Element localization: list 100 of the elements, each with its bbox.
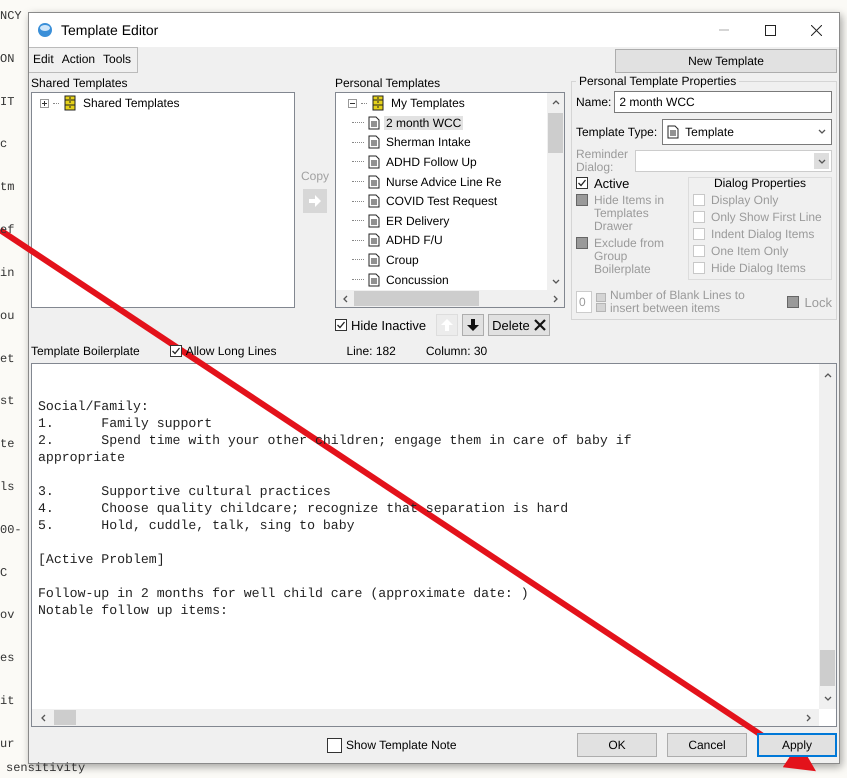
scrollbar-thumb[interactable]: [548, 113, 563, 153]
checkmark-icon: [336, 320, 346, 330]
down-arrow-icon: [466, 318, 480, 332]
document-text: C: [0, 566, 8, 579]
move-down-button[interactable]: [462, 314, 484, 336]
tree-item[interactable]: My Templates: [389, 96, 467, 110]
checkbox-label: Active: [594, 177, 630, 190]
text-line: Social/Family:: [38, 398, 150, 415]
tree-item[interactable]: Croup: [384, 252, 421, 267]
document-text: in: [0, 266, 16, 279]
tree-item[interactable]: ER Delivery: [384, 214, 452, 228]
copy-arrow-button[interactable]: [303, 189, 327, 213]
tree-connector: [352, 200, 364, 202]
document-text: 00-: [0, 524, 23, 536]
document-text: ur: [0, 738, 16, 750]
checkbox[interactable]: [335, 319, 347, 331]
document-text: tm: [0, 181, 16, 194]
checkbox[interactable]: [327, 738, 342, 752]
expand-icon[interactable]: [40, 98, 49, 108]
menu-item[interactable]: Edit: [33, 52, 54, 72]
dialog-button[interactable]: OK: [577, 733, 657, 757]
document-text: et: [0, 352, 16, 364]
text-line: appropriate: [38, 449, 126, 466]
tree-item[interactable]: Concussion: [384, 272, 451, 287]
right-arrow-icon: [308, 194, 322, 208]
scrollbar[interactable]: [819, 364, 836, 709]
document-text: it: [0, 695, 16, 707]
tree-item[interactable]: Shared Templates: [81, 96, 182, 110]
tree-connector: [352, 259, 364, 260]
document-text: IT: [0, 96, 16, 108]
text-line: 5. Hold, cuddle, talk, sing to baby: [38, 517, 356, 534]
tree-connector: [352, 142, 364, 143]
template-type-dropdown[interactable]: Template: [662, 119, 832, 145]
menu-item[interactable]: Action: [62, 52, 96, 72]
tree-item[interactable]: Nurse Advice Line Re: [384, 174, 504, 189]
checkbox-label: Allow Long Lines: [186, 344, 276, 358]
text-line: 3. Supportive cultural practices: [38, 483, 332, 500]
dialog-button[interactable]: Apply: [757, 733, 837, 757]
document-text: sensitivity: [6, 762, 86, 774]
new-template-button[interactable]: New Template: [615, 49, 837, 73]
text-editor[interactable]: [31, 363, 837, 727]
document-text: c: [0, 138, 8, 150]
name-field[interactable]: 2 month WCC: [614, 91, 832, 113]
document-icon: [368, 116, 380, 130]
tree-item[interactable]: ADHD Follow Up: [384, 154, 479, 169]
line-number: Line: 182: [346, 344, 396, 358]
document-text: NCY: [0, 10, 23, 22]
checkbox-label: Show Template Note: [346, 738, 457, 752]
tree-connector: [352, 279, 364, 280]
tree-connector: [352, 240, 364, 241]
collapse-icon[interactable]: [348, 98, 357, 108]
checkmark-icon: [170, 346, 181, 356]
tree-item[interactable]: COVID Test Request: [384, 194, 500, 208]
checkbox-label: Hide Inactive: [351, 318, 426, 332]
scrollbar[interactable]: [547, 93, 564, 290]
copy-label: Copy: [300, 169, 329, 183]
document-icon: [667, 125, 680, 139]
checkbox-label: Indent Dialog Items: [711, 227, 814, 241]
document-text: ou: [0, 310, 16, 322]
dialog-button[interactable]: Cancel: [667, 733, 747, 757]
group-title: Personal Template Properties: [576, 74, 740, 88]
menu-item[interactable]: Tools: [103, 52, 132, 72]
text-line: [Active Problem]: [38, 551, 166, 568]
text-line: 4. Choose quality childcare; recognize that separation is hard: [38, 500, 570, 517]
cross-icon: [534, 319, 546, 331]
document-text: ON: [0, 52, 16, 65]
document-icon: [368, 194, 380, 208]
scrollbar[interactable]: [336, 290, 564, 307]
field-label: Reminder Dialog:: [576, 148, 630, 174]
delete-button[interactable]: Delete: [488, 314, 550, 336]
document-icon: [368, 272, 380, 287]
document-icon: [368, 214, 380, 228]
tree-connector: [53, 102, 59, 104]
checkbox-label: Exclude from Group Boilerplate: [594, 237, 666, 276]
checkbox-label: Hide Dialog Items: [711, 261, 806, 275]
checkbox-label: Lock: [804, 294, 832, 310]
scrollbar[interactable]: [32, 709, 819, 726]
section-label: Personal Templates: [334, 75, 442, 92]
scrollbar-thumb[interactable]: [354, 291, 479, 306]
checkbox[interactable]: [170, 345, 182, 357]
checkbox-label: Hide Items in Templates Drawer: [594, 194, 666, 233]
tree-item[interactable]: Sherman Intake: [384, 135, 473, 150]
tree-connector: [352, 181, 364, 182]
group-title: Dialog Properties: [714, 176, 806, 190]
checkbox[interactable]: [576, 177, 588, 189]
document-icon: [368, 233, 380, 248]
document-icon: [368, 154, 380, 169]
tree-item[interactable]: ADHD F/U: [384, 233, 445, 248]
scrollbar-thumb[interactable]: [820, 650, 835, 686]
scrollbar-thumb[interactable]: [54, 710, 76, 725]
document-text: te: [0, 438, 16, 450]
document-text: ls: [0, 480, 16, 493]
app-icon: [37, 22, 53, 38]
field-label: Template Type:: [576, 125, 658, 139]
tree-item[interactable]: 2 month WCC: [384, 116, 464, 130]
document-icon: [368, 252, 380, 267]
field-label: Name:: [576, 95, 612, 109]
spinner-buttons[interactable]: [596, 292, 606, 312]
tree-connector: [352, 122, 364, 124]
cabinet-icon: [63, 95, 77, 111]
